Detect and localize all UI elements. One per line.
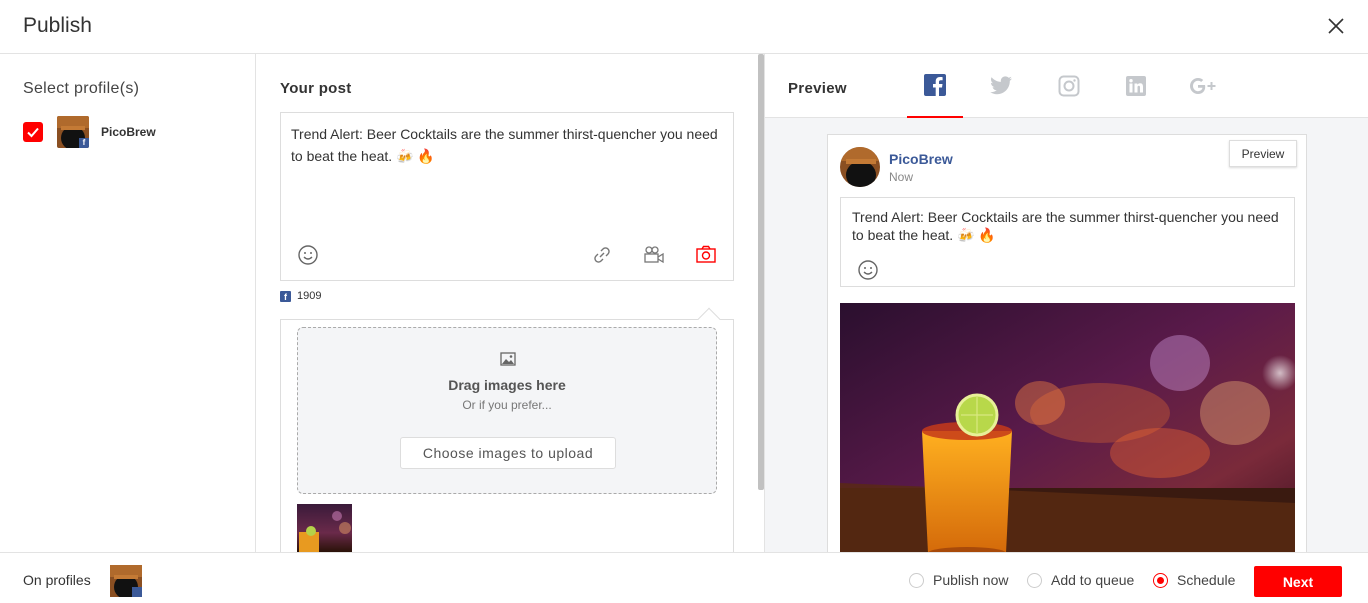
- post-composer[interactable]: Trend Alert: Beer Cocktails are the summ…: [280, 112, 734, 281]
- tab-twitter[interactable]: [973, 54, 1029, 118]
- profile-selector: Select profile(s) f PicoBrew: [0, 54, 256, 552]
- schedule-label: Schedule: [1177, 572, 1236, 588]
- google-plus-icon: [1190, 78, 1216, 94]
- post-textarea[interactable]: Trend Alert: Beer Cocktails are the summ…: [291, 123, 721, 167]
- tab-facebook[interactable]: [907, 54, 963, 118]
- tab-linkedin[interactable]: [1108, 54, 1164, 118]
- publish-now-option[interactable]: Publish now: [909, 572, 1009, 588]
- on-profiles-label: On profiles: [23, 572, 91, 588]
- profile-item-picobrew[interactable]: f PicoBrew: [23, 116, 156, 148]
- modal-header: Publish: [0, 0, 1368, 54]
- emoji-icon[interactable]: [296, 243, 320, 267]
- facebook-icon: f: [280, 290, 291, 302]
- facebook-icon: [924, 74, 946, 96]
- linkedin-icon: [1126, 76, 1146, 96]
- video-camera-icon[interactable]: [642, 243, 666, 267]
- facebook-post-preview: PicoBrew Now Preview Trend Alert: Beer C…: [827, 134, 1307, 552]
- close-icon[interactable]: [1326, 16, 1346, 36]
- avatar: [840, 147, 880, 187]
- tab-google-plus[interactable]: [1175, 54, 1231, 118]
- publish-now-label: Publish now: [933, 572, 1009, 588]
- profiles-heading: Select profile(s): [23, 80, 140, 97]
- avatar: f: [57, 116, 89, 148]
- facebook-icon: f: [79, 138, 89, 148]
- link-icon[interactable]: [590, 243, 614, 267]
- profile-name: PicoBrew: [101, 125, 156, 139]
- tab-instagram[interactable]: [1041, 54, 1097, 118]
- preview-tabs-bar: Preview: [765, 54, 1368, 118]
- choose-images-button[interactable]: Choose images to upload: [400, 437, 616, 469]
- radio-publish-now[interactable]: [909, 572, 924, 588]
- add-to-queue-option[interactable]: Add to queue: [1027, 572, 1134, 588]
- char-count: 1909: [297, 290, 322, 302]
- modal-footer: On profiles Publish now Add to queue Sch…: [0, 552, 1368, 603]
- instagram-icon: [1058, 75, 1080, 97]
- preview-button[interactable]: Preview: [1229, 140, 1297, 167]
- add-to-queue-label: Add to queue: [1051, 572, 1135, 588]
- character-counter: f 1909: [280, 290, 321, 302]
- preview-post-text: Trend Alert: Beer Cocktails are the summ…: [852, 209, 1279, 243]
- preview-post-text-box: Trend Alert: Beer Cocktails are the summ…: [840, 197, 1295, 287]
- photo-camera-icon[interactable]: [694, 243, 718, 267]
- checkmark-icon: [27, 127, 39, 138]
- next-button[interactable]: Next: [1254, 566, 1342, 597]
- image-icon: [500, 352, 516, 366]
- post-editor: Your post Trend Alert: Beer Cocktails ar…: [256, 54, 764, 559]
- image-dropzone[interactable]: Drag images here Or if you prefer... Cho…: [297, 327, 717, 494]
- emoji-icon[interactable]: [857, 259, 879, 281]
- radio-add-to-queue[interactable]: [1027, 572, 1042, 588]
- preview-post-image: [840, 303, 1295, 552]
- drag-text: Drag images here: [448, 377, 566, 393]
- profile-checkbox[interactable]: [23, 122, 43, 142]
- preview-label: Preview: [788, 80, 847, 97]
- preview-profile-name[interactable]: PicoBrew: [889, 151, 953, 167]
- post-heading: Your post: [280, 80, 352, 97]
- image-upload-panel: Drag images here Or if you prefer... Cho…: [280, 307, 734, 559]
- image-thumbnail[interactable]: [297, 504, 352, 552]
- avatar: [110, 565, 142, 597]
- radio-schedule[interactable]: [1153, 572, 1168, 588]
- preview-timestamp: Now: [889, 170, 914, 184]
- prefer-text: Or if you prefer...: [462, 398, 552, 412]
- schedule-option[interactable]: Schedule: [1153, 572, 1235, 588]
- modal-title: Publish: [23, 14, 92, 37]
- preview-pane: Preview PicoBrew Now Preview Trend Alert…: [764, 54, 1368, 552]
- twitter-icon: [990, 76, 1012, 95]
